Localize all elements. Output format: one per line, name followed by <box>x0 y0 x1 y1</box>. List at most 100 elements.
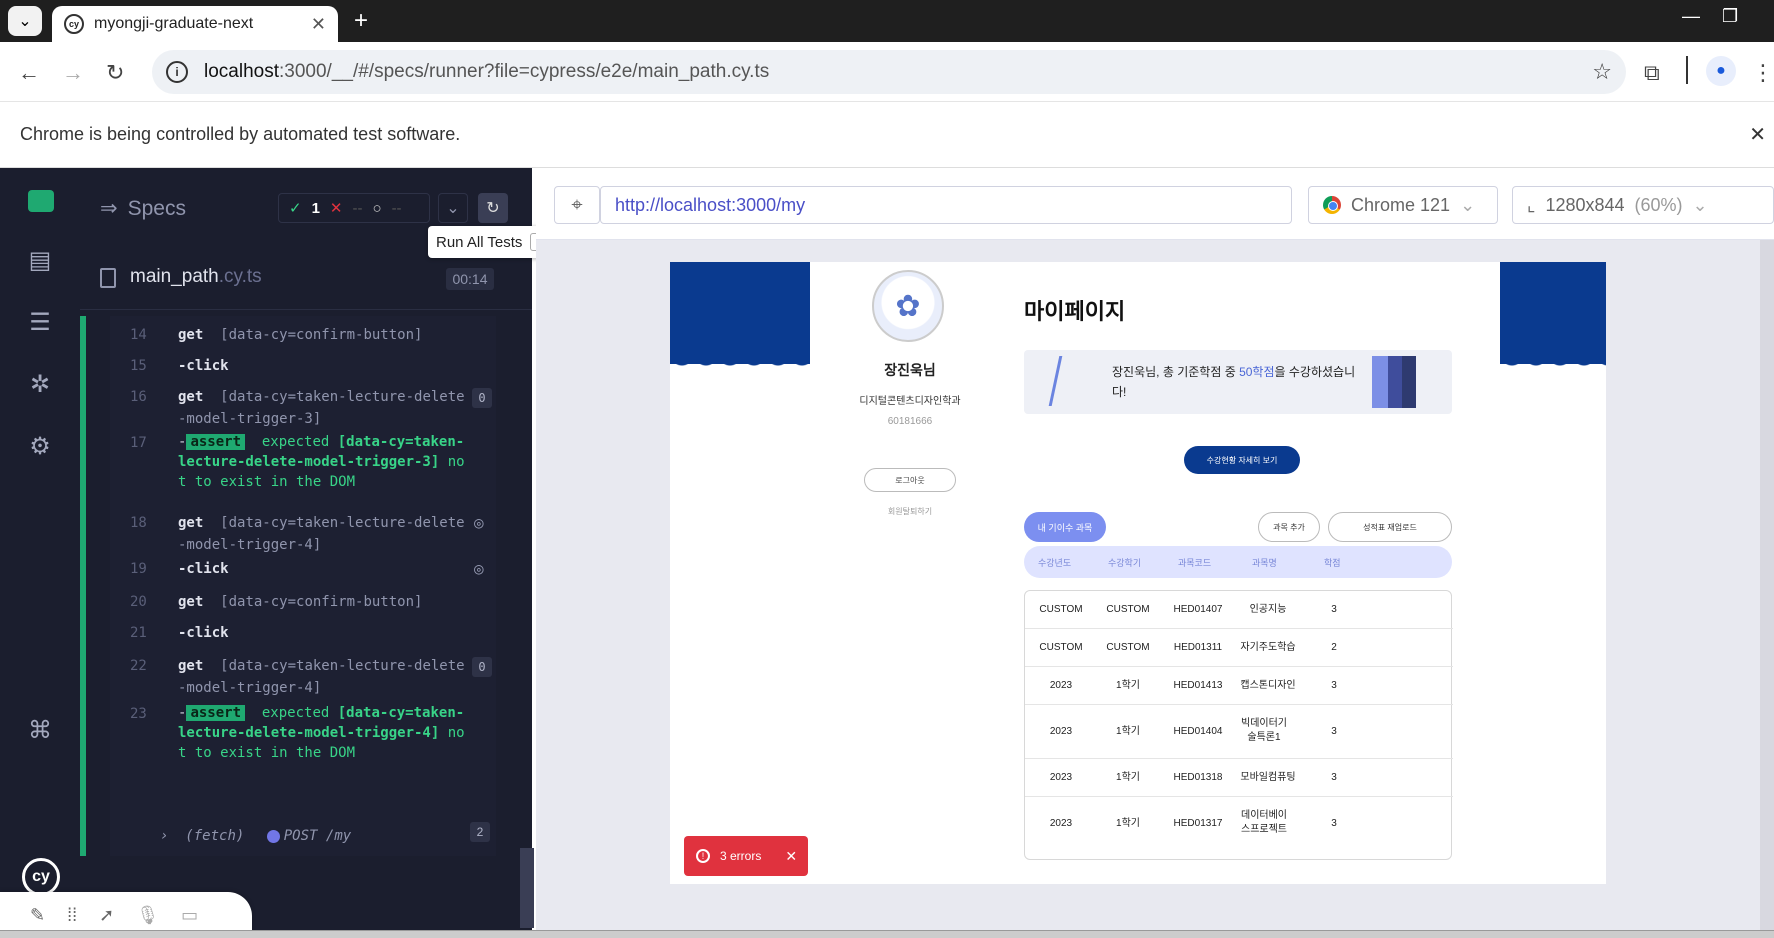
test-stats: ✓ 1 ✕ -- ○ -- <box>278 193 430 223</box>
command-row[interactable]: 14 get [data-cy=confirm-button] <box>80 316 532 347</box>
cell-code: HED01407 <box>1173 604 1223 615</box>
cell-name: 모바일컴퓨팅 <box>1240 772 1296 783</box>
command-row[interactable]: 19 -click ◎ <box>80 554 532 585</box>
pen-icon[interactable]: ✎ <box>30 905 45 926</box>
bookmark-star-icon[interactable]: ☆ <box>1592 59 1612 85</box>
browser-menu-icon[interactable]: ⋮ <box>1752 60 1774 86</box>
withdraw-link[interactable]: 회원탈퇴하기 <box>810 506 1010 517</box>
runs-nav-icon[interactable]: ☰ <box>24 306 56 338</box>
command-row[interactable]: 20 get [data-cy=confirm-button] <box>80 585 532 616</box>
app-page: ✿ 장진욱님 디지털콘텐츠디자인학과 60181666 로그아웃 회원탈퇴하기 … <box>670 262 1606 884</box>
close-infobar-icon[interactable]: ✕ <box>1749 122 1766 147</box>
assert-row[interactable]: 23 - assert expected [data-cy=taken-lectu… <box>80 699 532 775</box>
fetch-label: (fetch) <box>185 828 245 844</box>
grid-icon[interactable]: ⁞⁞ <box>67 905 77 926</box>
line-number: 15 <box>130 358 147 374</box>
assert-row[interactable]: 17 - assert expected [data-cy=taken-lectu… <box>80 428 532 504</box>
cell-credit: 3 <box>1331 818 1337 829</box>
command-list: 14 get [data-cy=confirm-button] 15 -clic… <box>80 316 532 856</box>
detail-button[interactable]: 수강현황 자세히 보기 <box>1184 446 1300 474</box>
profile-icon[interactable]: ● <box>1706 56 1736 86</box>
expand-chevron-icon[interactable]: ⌄ <box>438 193 468 223</box>
table-row[interactable]: CUSTOM CUSTOM HED01311 자기주도학습 2 <box>1025 629 1453 667</box>
request-dot-icon <box>266 829 280 843</box>
table-row[interactable]: 2023 1학기 HED01318 모바일컴퓨팅 3 <box>1025 759 1453 797</box>
settings-nav-icon[interactable]: ⚙ <box>24 430 56 462</box>
expand-caret-icon: › <box>160 828 169 844</box>
back-icon[interactable]: ← <box>18 60 40 86</box>
close-tab-icon[interactable]: ✕ <box>311 14 326 35</box>
address-bar[interactable]: i localhost:3000/__/#/specs/runner?file=… <box>152 50 1626 94</box>
line-number: 22 <box>130 658 147 674</box>
command-selector: [data-cy=confirm-button] <box>220 327 423 343</box>
add-course-button[interactable]: 과목 추가 <box>1258 512 1320 542</box>
minimize-icon[interactable]: — <box>1682 6 1700 27</box>
run-all-tests-button[interactable]: ↻ <box>478 193 508 223</box>
cell-semester: CUSTOM <box>1106 642 1150 653</box>
aut-url[interactable]: http://localhost:3000/my <box>600 186 1292 224</box>
aut-scrollbar[interactable] <box>1760 240 1774 930</box>
user-name: 장진욱님 <box>884 362 936 378</box>
column-header: 과목명 <box>1252 558 1277 568</box>
command-row[interactable]: 21 -click <box>80 616 532 647</box>
reporter-scrollbar[interactable] <box>520 848 534 928</box>
site-info-icon[interactable]: i <box>166 61 188 83</box>
element-count-badge: 0 <box>472 657 492 677</box>
camera-icon[interactable]: ▭ <box>181 905 198 926</box>
forward-icon[interactable]: → <box>62 60 84 86</box>
viewport-icon: ⌞ <box>1527 194 1536 215</box>
assert-expected: expected <box>261 705 330 721</box>
line-number: 23 <box>130 706 147 722</box>
table-row[interactable]: CUSTOM CUSTOM HED01407 인공지능 3 <box>1025 591 1453 629</box>
command-row[interactable]: 16 get [data-cy=taken-lecture-delete-mod… <box>80 378 532 428</box>
course-table: CUSTOM CUSTOM HED01407 인공지능 3 CUSTOM CUS… <box>1024 590 1453 860</box>
tab-my-courses[interactable]: 내 기이수 과목 <box>1024 512 1106 542</box>
cypress-app-icon[interactable] <box>28 190 54 212</box>
logout-button[interactable]: 로그아웃 <box>864 468 956 492</box>
specs-nav-icon[interactable]: ▤ <box>24 244 56 276</box>
restore-icon[interactable]: ❐ <box>1722 6 1738 27</box>
cypress-logo-icon[interactable]: cy <box>22 858 60 896</box>
mic-icon[interactable]: 🎙 <box>136 905 159 926</box>
cell-code: HED01318 <box>1173 772 1223 783</box>
url-path: :3000/__/#/specs/runner?file=cypress/e2e… <box>279 61 770 82</box>
command-name: get <box>178 327 204 343</box>
extensions-icon[interactable]: ⧉ <box>1644 60 1660 86</box>
reload-icon[interactable]: ↻ <box>106 60 124 86</box>
assert-badge: assert <box>186 434 246 450</box>
command-row[interactable]: 18 get [data-cy=taken-lecture-delete-mod… <box>80 504 532 554</box>
command-name: get <box>178 658 204 674</box>
command-row[interactable]: 22 get [data-cy=taken-lecture-delete-mod… <box>80 647 532 697</box>
pointer-icon[interactable]: ➚ <box>99 905 114 926</box>
errors-toast[interactable]: ! 3 errors ✕ <box>684 836 808 876</box>
right-wave-banner <box>1500 262 1606 374</box>
banner-highlight: 50학점 <box>1239 365 1275 379</box>
table-row[interactable]: 2023 1학기 HED01404 빅데이터기술특론1 3 <box>1025 705 1453 759</box>
cell-name: 캡스톤디자인 <box>1240 680 1296 691</box>
cell-code: HED01413 <box>1173 680 1223 691</box>
hidden-eye-icon: ◎ <box>474 559 484 578</box>
selector-playground-icon[interactable]: ⌖ <box>554 186 600 224</box>
cell-year: 2023 <box>1049 680 1073 691</box>
viewport-selector[interactable]: ⌞ 1280x844 (60%) ⌄ <box>1512 186 1774 224</box>
cell-year: 2023 <box>1049 726 1073 737</box>
browser-tab[interactable]: cy myongji-graduate-next ✕ <box>52 6 338 42</box>
close-toast-icon[interactable]: ✕ <box>785 848 797 865</box>
reupload-button[interactable]: 성적표 재업로드 <box>1328 512 1452 542</box>
table-row[interactable]: 2023 1학기 HED01413 캡스톤디자인 3 <box>1025 667 1453 705</box>
table-row[interactable]: 2023 1학기 HED01317 데이터베이스프로젝트 3 <box>1025 797 1453 851</box>
fetch-row[interactable]: › (fetch) POST /my <box>160 828 351 844</box>
infobar-text: Chrome is being controlled by automated … <box>20 124 461 144</box>
line-number: 17 <box>130 435 147 451</box>
specs-title[interactable]: ⇒ Specs <box>100 196 186 221</box>
debug-nav-icon[interactable]: ✲ <box>24 368 56 400</box>
keyboard-shortcuts-icon[interactable]: ⌘ <box>24 714 56 746</box>
command-name: get <box>178 389 204 405</box>
new-tab-icon[interactable]: + <box>354 6 368 36</box>
browser-selector[interactable]: Chrome 121 ⌄ <box>1308 186 1498 224</box>
automation-infobar: Chrome is being controlled by automated … <box>0 102 1774 168</box>
command-row[interactable]: 15 -click <box>80 347 532 378</box>
cell-year: 2023 <box>1049 772 1073 783</box>
tab-search-chevron-icon[interactable]: ⌄ <box>8 6 42 36</box>
page-title: 마이페이지 <box>1024 299 1126 324</box>
